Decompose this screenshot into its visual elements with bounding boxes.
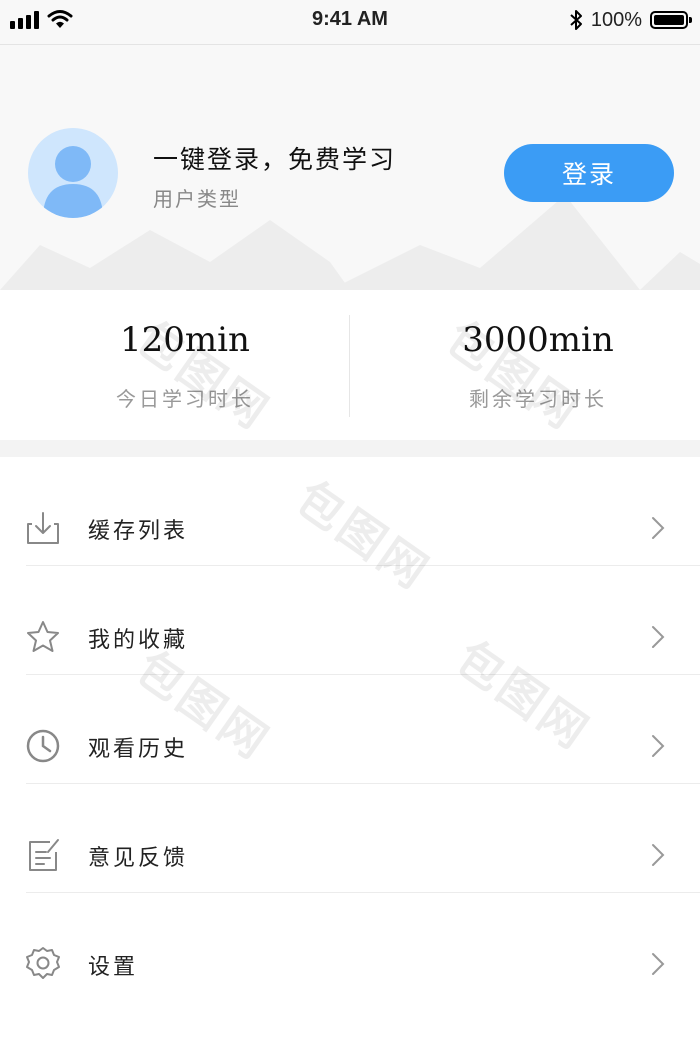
gear-icon xyxy=(26,947,60,979)
menu-item-label: 我的收藏 xyxy=(88,628,189,653)
profile-header: 一键登录，免费学习 用户类型 登录 xyxy=(0,45,700,290)
stat-remaining: 3000min 剩余学习时长 xyxy=(363,290,700,440)
battery-percent: 100% xyxy=(590,8,642,31)
feedback-icon xyxy=(29,839,59,871)
stat-today-label: 今日学习时长 xyxy=(116,387,254,411)
menu-list: 缓存列表 我的收藏 观看历史 意见反馈 设置 xyxy=(0,457,700,1002)
stat-divider xyxy=(349,315,350,417)
user-type-label: 用户类型 xyxy=(153,187,241,211)
menu-item-settings[interactable]: 设置 xyxy=(0,893,700,1002)
menu-item-favorites[interactable]: 我的收藏 xyxy=(0,566,700,675)
chevron-right-icon xyxy=(652,517,665,539)
menu-item-history[interactable]: 观看历史 xyxy=(0,675,700,784)
stat-today-value: 120min xyxy=(120,320,250,360)
mountain-background xyxy=(0,195,700,290)
download-icon xyxy=(27,512,59,544)
study-stats: 120min 今日学习时长 3000min 剩余学习时长 xyxy=(0,290,700,440)
chevron-right-icon xyxy=(652,844,665,866)
menu-item-cache-list[interactable]: 缓存列表 xyxy=(0,457,700,566)
chevron-right-icon xyxy=(652,735,665,757)
battery-icon xyxy=(650,11,692,29)
stat-today: 120min 今日学习时长 xyxy=(10,290,360,440)
menu-item-label: 设置 xyxy=(88,955,139,980)
menu-item-label: 观看历史 xyxy=(88,737,189,762)
status-right: 100% xyxy=(569,8,692,32)
stat-remaining-label: 剩余学习时长 xyxy=(469,387,607,411)
login-button[interactable]: 登录 xyxy=(504,144,674,202)
section-gap xyxy=(0,440,700,457)
bluetooth-icon xyxy=(570,10,582,30)
star-icon xyxy=(27,621,59,652)
stat-remaining-value: 3000min xyxy=(462,320,614,360)
chevron-right-icon xyxy=(652,953,665,975)
user-icon xyxy=(43,146,103,218)
clock-icon xyxy=(26,729,60,763)
status-bar: 9:41 AM 100% xyxy=(0,0,700,45)
menu-item-label: 缓存列表 xyxy=(88,519,189,544)
login-prompt-title: 一键登录，免费学习 xyxy=(153,145,397,174)
menu-item-feedback[interactable]: 意见反馈 xyxy=(0,784,700,893)
avatar[interactable] xyxy=(28,128,118,218)
menu-item-label: 意见反馈 xyxy=(88,846,189,871)
chevron-right-icon xyxy=(652,626,665,648)
